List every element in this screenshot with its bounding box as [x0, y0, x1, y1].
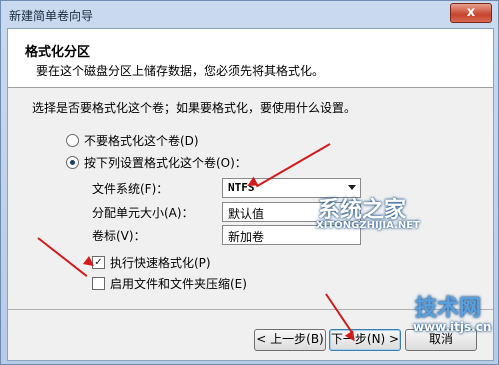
- chevron-down-icon: [348, 185, 356, 190]
- allocation-label: 分配单元大小(A)：: [92, 206, 194, 220]
- volume-label-value: 新加卷: [228, 230, 265, 244]
- back-button[interactable]: < 上一步(B): [254, 329, 326, 351]
- option-no-format[interactable]: 不要格式化这个卷(D): [66, 132, 199, 149]
- quick-format-option[interactable]: ✓ 执行快速格式化(P): [92, 254, 211, 271]
- compression-checkbox[interactable]: [92, 277, 105, 290]
- title-bar: 新建简单卷向导 x: [1, 1, 498, 29]
- option-format-label: 按下列设置格式化这个卷(O)：: [84, 156, 247, 170]
- quick-format-label: 执行快速格式化(P): [110, 256, 211, 270]
- watermark-itjs-title: 技术网: [415, 296, 482, 321]
- allocation-value: 默认值: [228, 207, 265, 221]
- radio-no-format[interactable]: [66, 134, 79, 147]
- option-format[interactable]: 按下列设置格式化这个卷(O)：: [66, 154, 247, 171]
- page-subtitle: 要在这个磁盘分区上储存数据，您必须先将其格式化。: [36, 64, 325, 78]
- question-text: 选择是否要格式化这个卷；如果要格式化，要使用什么设置。: [32, 101, 357, 115]
- close-button[interactable]: x: [450, 3, 492, 23]
- window-title: 新建简单卷向导: [9, 9, 94, 23]
- page-title: 格式化分区: [25, 45, 91, 60]
- radio-format[interactable]: [66, 156, 79, 169]
- filesystem-label: 文件系统(F)：: [92, 182, 169, 196]
- next-button[interactable]: 下一步(N) >: [329, 329, 401, 351]
- option-no-format-label: 不要格式化这个卷(D): [84, 134, 199, 148]
- compression-label: 启用文件和文件夹压缩(E): [110, 277, 247, 291]
- volume-label-label: 卷标(V)：: [92, 229, 146, 243]
- compression-option[interactable]: 启用文件和文件夹压缩(E): [92, 275, 247, 292]
- watermark-itjs-url: www.itjs.cn: [413, 320, 492, 334]
- watermark-url: XITONGZHIJIA.NET: [316, 220, 420, 231]
- wizard-header: 格式化分区 要在这个磁盘分区上储存数据，您必须先将其格式化。: [8, 29, 493, 88]
